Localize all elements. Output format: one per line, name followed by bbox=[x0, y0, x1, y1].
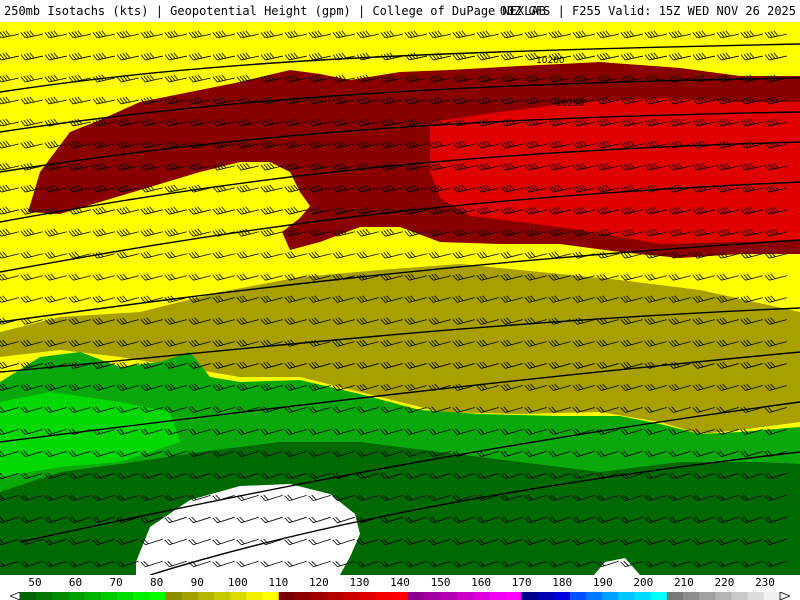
legend-arrow-left bbox=[10, 592, 21, 600]
legend-label: 100 bbox=[227, 576, 248, 589]
legend-swatch bbox=[84, 592, 102, 600]
legend-label: 140 bbox=[390, 576, 410, 589]
legend-label: 70 bbox=[109, 576, 123, 589]
legend-swatch bbox=[214, 592, 231, 600]
legend-swatch bbox=[278, 592, 296, 600]
legend-swatch bbox=[618, 592, 635, 600]
legend-label: 80 bbox=[150, 576, 164, 589]
isotach-legend: 50 60 70 80 90 100 110 120 130 140 150 160 170 180 190… bbox=[0, 575, 800, 600]
legend-colorbar bbox=[10, 592, 790, 600]
legend-swatch bbox=[359, 592, 377, 600]
legend-swatch bbox=[197, 592, 215, 600]
legend-swatch bbox=[440, 592, 458, 600]
legend-swatch bbox=[634, 592, 652, 600]
header-run-info: 00Z GFS | F255 Valid: 15Z WED NOV 26 202… bbox=[499, 4, 796, 18]
legend-swatch bbox=[262, 592, 280, 600]
legend-swatch bbox=[181, 592, 199, 600]
legend-swatch bbox=[391, 592, 409, 600]
legend-label: 190 bbox=[592, 576, 613, 589]
legend-swatch bbox=[68, 592, 86, 600]
legend-swatch bbox=[133, 592, 150, 600]
map-header: 250mb Isotachs (kts) | Geopotential Heig… bbox=[0, 0, 800, 22]
legend-label: 110 bbox=[268, 576, 289, 589]
legend-label: 90 bbox=[190, 576, 204, 589]
legend-swatch bbox=[682, 592, 700, 600]
legend-label: 170 bbox=[511, 576, 532, 589]
legend-swatch bbox=[343, 592, 361, 600]
legend-swatch bbox=[100, 592, 118, 600]
legend-label: 50 bbox=[28, 576, 42, 589]
legend-label: 120 bbox=[308, 576, 329, 589]
legend-label: 180 bbox=[552, 576, 573, 589]
legend-swatch bbox=[747, 592, 765, 600]
legend-swatch bbox=[731, 592, 749, 600]
legend-swatch bbox=[553, 592, 571, 600]
contour-label-10200: 10200 bbox=[536, 56, 565, 66]
legend-swatch bbox=[488, 592, 506, 600]
legend-swatch bbox=[715, 592, 732, 600]
legend-swatch bbox=[246, 592, 264, 600]
legend-swatch bbox=[699, 592, 716, 600]
isotach-map: 10200 10260 bbox=[0, 22, 800, 575]
legend-swatch bbox=[408, 592, 425, 600]
legend-swatch bbox=[521, 592, 538, 600]
legend-label: 210 bbox=[673, 576, 694, 589]
legend-swatch bbox=[36, 592, 53, 600]
header-title: 250mb Isotachs (kts) | Geopotential Heig… bbox=[4, 4, 546, 18]
contour-label-10260: 10260 bbox=[556, 99, 585, 109]
legend-swatch bbox=[165, 592, 183, 600]
legend-swatch bbox=[424, 592, 441, 600]
map-canvas: 10200 10260 bbox=[0, 22, 800, 575]
legend-swatch bbox=[602, 592, 619, 600]
legend-swatch bbox=[763, 592, 781, 600]
legend-swatch bbox=[230, 592, 247, 600]
legend-swatch bbox=[20, 592, 37, 600]
legend-swatch bbox=[311, 592, 328, 600]
legend-swatch bbox=[327, 592, 344, 600]
legend-label: 220 bbox=[714, 576, 735, 589]
legend-swatch bbox=[650, 592, 668, 600]
legend-label: 150 bbox=[430, 576, 451, 589]
legend-swatch bbox=[456, 592, 474, 600]
legend-swatch bbox=[52, 592, 70, 600]
legend-swatch bbox=[505, 592, 522, 600]
legend-swatch bbox=[472, 592, 490, 600]
legend-label: 230 bbox=[755, 576, 775, 589]
legend-arrow-right bbox=[779, 592, 790, 600]
legend-label: 60 bbox=[68, 576, 83, 589]
legend-swatch bbox=[585, 592, 603, 600]
legend-swatch bbox=[149, 592, 167, 600]
legend-swatch bbox=[294, 592, 312, 600]
legend-label: 200 bbox=[633, 576, 654, 589]
legend-label: 160 bbox=[471, 576, 492, 589]
legend-swatch bbox=[537, 592, 555, 600]
legend-label: 130 bbox=[349, 576, 370, 589]
legend-swatch bbox=[375, 592, 393, 600]
legend-swatch bbox=[117, 592, 134, 600]
legend-swatch bbox=[666, 592, 684, 600]
legend-swatch bbox=[569, 592, 587, 600]
